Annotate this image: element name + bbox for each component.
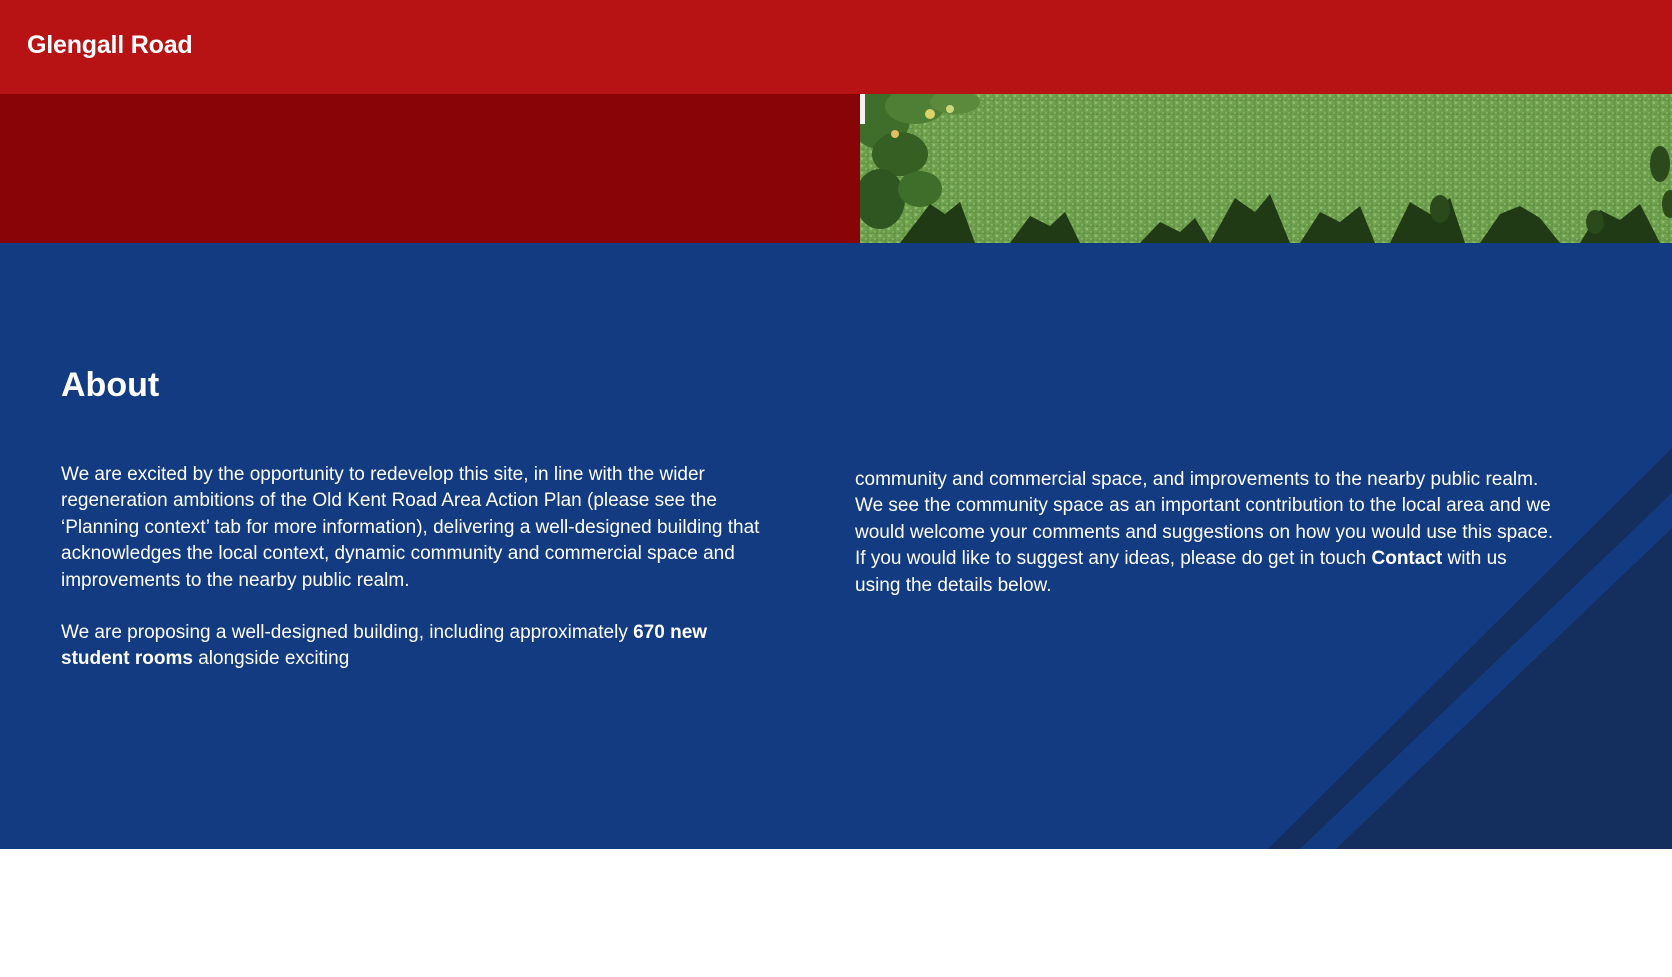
about-paragraph-3: community and commercial space, and impr… [855, 467, 1555, 599]
banner-red-panel [0, 94, 860, 243]
about-left-column: We are excited by the opportunity to red… [61, 462, 773, 699]
paragraph-2-text-before: We are proposing a well-designed buildin… [61, 622, 634, 644]
site-title[interactable]: Glengall Road [27, 30, 193, 60]
about-paragraph-2: We are proposing a well-designed buildin… [61, 620, 773, 673]
site-header: Glengall Road [0, 0, 1672, 94]
about-section: About We are excited by the opportunity … [0, 243, 1672, 849]
about-heading: About [61, 366, 160, 404]
hero-banner [0, 94, 1672, 243]
garden-landscape-image [860, 94, 1672, 243]
about-paragraph-1: We are excited by the opportunity to red… [61, 464, 760, 591]
paragraph-2-text-after: alongside exciting [192, 648, 350, 670]
contact-link[interactable]: Contact [1372, 548, 1443, 569]
about-right-column: community and commercial space, and impr… [855, 467, 1555, 625]
